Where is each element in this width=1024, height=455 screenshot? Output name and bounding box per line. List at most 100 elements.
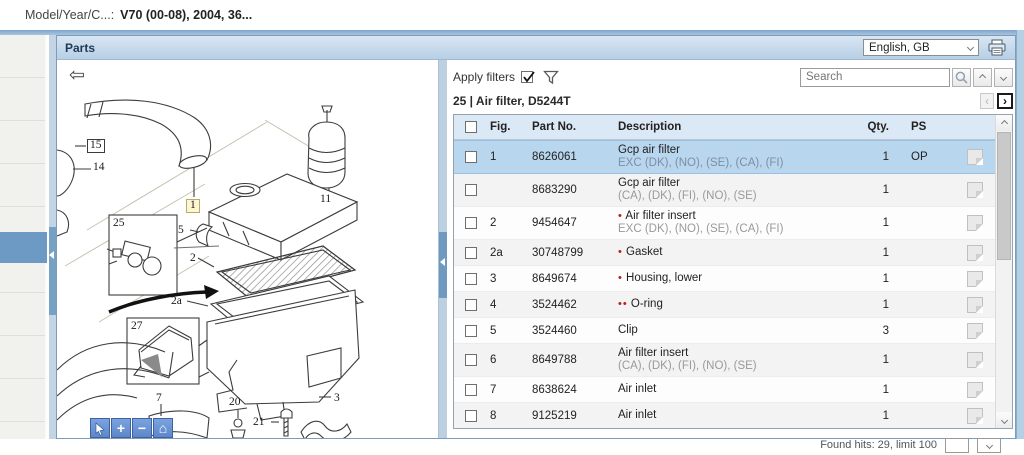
note-icon[interactable] — [967, 408, 983, 424]
ps-cell: OP — [899, 151, 955, 163]
prev-page-button[interactable]: ‹ — [980, 93, 994, 109]
section-subheader: 25 | Air filter, D5244T ‹ › — [453, 91, 1013, 111]
sidebar-list — [0, 35, 45, 422]
page-input[interactable] — [945, 438, 969, 453]
note-icon[interactable] — [967, 245, 983, 261]
table-row[interactable]: 68649788Air filter insert(CA), (DK), (FI… — [454, 344, 995, 377]
supersession-bullet-icon: • — [618, 272, 623, 284]
chevron-down-icon — [985, 441, 992, 448]
qty-cell: 1 — [841, 184, 899, 196]
sidebar-item[interactable] — [0, 293, 45, 336]
qty-cell: 1 — [841, 151, 899, 163]
description-cell: Gcp air filter(CA), (DK), (FI), (NO), (S… — [616, 177, 841, 203]
search-button[interactable] — [952, 68, 971, 87]
fig-cell: 1 — [488, 151, 530, 163]
sidebar-item[interactable] — [0, 164, 45, 207]
row-checkbox[interactable] — [465, 325, 477, 337]
table-row[interactable]: 2a30748799• Gasket1 — [454, 240, 995, 266]
row-checkbox[interactable] — [465, 384, 477, 396]
cursor-tool-button[interactable] — [90, 418, 110, 438]
row-checkbox[interactable] — [465, 184, 477, 196]
search-next-button[interactable] — [994, 68, 1013, 87]
diagram-label-2: 2 — [190, 253, 196, 265]
diagram-label-21: 21 — [253, 417, 265, 429]
note-icon[interactable] — [967, 382, 983, 398]
qty-cell: 1 — [841, 354, 899, 366]
home-button[interactable]: ⌂ — [153, 418, 173, 438]
qty-cell: 1 — [841, 299, 899, 311]
note-icon[interactable] — [967, 149, 983, 165]
sidebar-item[interactable] — [0, 121, 45, 164]
search-input[interactable] — [800, 68, 950, 87]
scroll-down-button[interactable] — [996, 412, 1012, 428]
model-year-label: Model/Year/C...: — [25, 8, 114, 22]
language-select-value: English, GB — [869, 42, 930, 54]
funnel-icon — [543, 70, 559, 85]
table-scrollbar[interactable] — [995, 115, 1012, 428]
part-no-cell: 9125219 — [530, 410, 616, 422]
parts-panel: Parts English, GB ⇦ — [56, 35, 1016, 439]
results-footer: Found hits: 29, limit 100 — [453, 435, 1013, 455]
qty-cell: 3 — [841, 325, 899, 337]
supersession-bullet-icon: • — [618, 210, 623, 222]
table-row[interactable]: 18626061Gcp air filterEXC (DK), (NO), (S… — [454, 140, 995, 174]
zoom-out-button[interactable]: − — [132, 418, 152, 438]
table-row[interactable]: 89125219Air inlet1 — [454, 403, 995, 428]
part-no-cell: 8649788 — [530, 354, 616, 366]
row-checkbox[interactable] — [465, 247, 477, 259]
sidebar-item[interactable] — [0, 78, 45, 121]
note-icon[interactable] — [967, 323, 983, 339]
note-icon[interactable] — [967, 352, 983, 368]
sidebar-item[interactable] — [0, 379, 45, 422]
table-row[interactable]: 29454647• Air filter insertEXC (DK), (NO… — [454, 207, 995, 240]
table-row[interactable]: 38649674• Housing, lower1 — [454, 266, 995, 292]
scroll-up-button[interactable] — [996, 115, 1012, 131]
zoom-in-button[interactable]: + — [111, 418, 131, 438]
panel-splitter[interactable] — [438, 60, 447, 438]
next-page-button[interactable]: › — [997, 93, 1013, 109]
page-size-select[interactable] — [977, 438, 1001, 453]
apply-filters-label: Apply filters — [453, 70, 515, 84]
print-button[interactable] — [987, 39, 1007, 56]
row-checkbox[interactable] — [465, 299, 477, 311]
select-all-checkbox[interactable] — [465, 121, 477, 133]
diagram-label-11: 11 — [320, 194, 331, 206]
row-checkbox[interactable] — [465, 354, 477, 366]
table-row[interactable]: 43524462•• O-ring1 — [454, 292, 995, 318]
part-no-cell: 8683290 — [530, 184, 616, 196]
sidebar-item[interactable] — [0, 35, 45, 78]
col-qty: Qty. — [841, 121, 899, 133]
language-select[interactable]: English, GB — [863, 39, 979, 56]
row-checkbox[interactable] — [465, 217, 477, 229]
note-icon[interactable] — [967, 271, 983, 287]
apply-filters-checkbox[interactable] — [521, 71, 533, 83]
row-checkbox[interactable] — [465, 151, 477, 163]
sidebar-item[interactable] — [0, 336, 45, 379]
row-checkbox[interactable] — [465, 273, 477, 285]
back-arrow-icon[interactable]: ⇦ — [69, 66, 85, 85]
sidebar-splitter-handle[interactable] — [49, 227, 56, 315]
filter-funnel-button[interactable] — [543, 70, 559, 85]
col-part-no: Part No. — [530, 121, 616, 133]
qty-cell: 1 — [841, 217, 899, 229]
search-prev-button[interactable] — [973, 68, 992, 87]
left-sidebar — [0, 35, 47, 439]
note-icon[interactable] — [967, 182, 983, 198]
row-checkbox[interactable] — [465, 410, 477, 422]
check-icon — [522, 70, 536, 84]
sidebar-splitter[interactable] — [49, 35, 56, 439]
description-cell: Clip — [616, 324, 841, 337]
table-row[interactable]: 53524460Clip3 — [454, 318, 995, 344]
note-icon[interactable] — [967, 297, 983, 313]
sidebar-selected-item[interactable] — [0, 232, 47, 263]
collapse-diagram-icon — [440, 258, 445, 266]
table-row[interactable]: 78638624Air inlet1 — [454, 377, 995, 403]
fig-cell: 4 — [488, 299, 530, 311]
parts-table-body: 18626061Gcp air filterEXC (DK), (NO), (S… — [454, 140, 995, 428]
table-row[interactable]: 8683290Gcp air filter(CA), (DK), (FI), (… — [454, 174, 995, 207]
scrollbar-thumb[interactable] — [997, 132, 1011, 260]
search-icon — [955, 71, 968, 84]
model-year-bar: Model/Year/C...: V70 (00-08), 2004, 36..… — [0, 0, 1024, 30]
note-icon[interactable] — [967, 215, 983, 231]
chevron-up-icon — [1000, 119, 1007, 126]
